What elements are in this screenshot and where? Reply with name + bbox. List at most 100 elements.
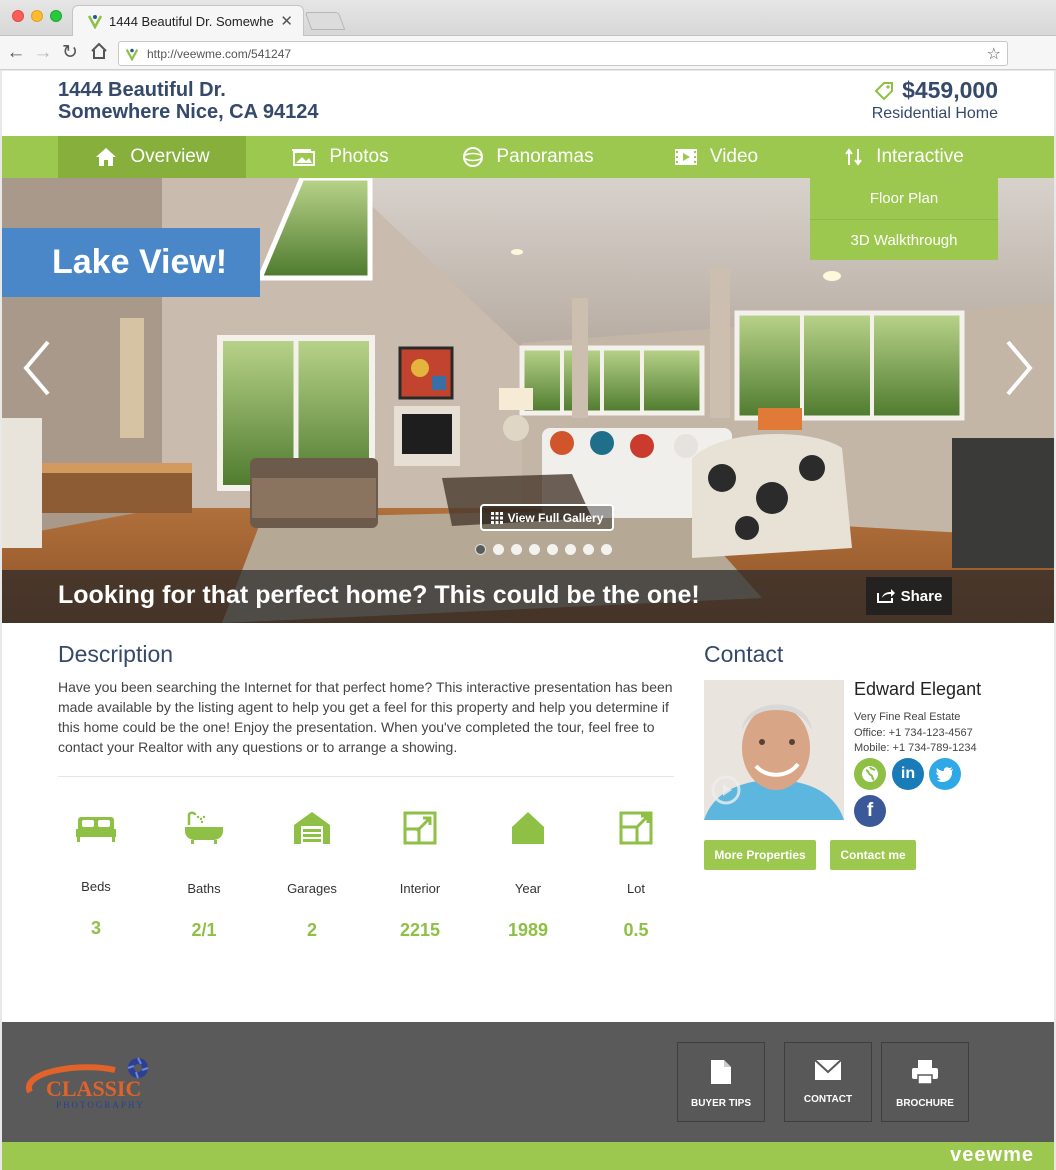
description-text: Have you been searching the Internet for… [58,679,673,755]
minimize-window-button[interactable] [31,10,43,22]
tab-title: 1444 Beautiful Dr. Somewhere Nice [109,13,274,29]
house-icon [512,812,544,844]
stat-garages-value: 2 [306,920,317,940]
photos-icon [292,149,316,166]
nav-interactive-label: Interactive [876,146,964,167]
lot-icon [619,811,653,845]
price-value: $459,000 [902,77,998,103]
facebook-icon[interactable]: f [854,795,886,827]
brochure-label: BROCHURE [896,1098,954,1109]
hero-caption-bar: Looking for that perfect home? This coul… [2,570,1054,623]
browser-tab[interactable]: 1444 Beautiful Dr. Somewhere Nice ✕ [72,5,304,36]
new-tab-button[interactable] [304,12,346,30]
stat-year: Year 1989 [480,811,576,941]
slide-dot[interactable] [511,544,522,555]
stat-baths-value: 2/1 [191,920,217,940]
stat-lot-value: 0.5 [623,920,649,940]
stat-interior-value: 2215 [399,920,441,940]
share-button[interactable]: Share [866,577,952,615]
buyer-tips-button[interactable]: BUYER TIPS [677,1042,765,1122]
veewme-favicon-icon [87,15,103,29]
twitter-icon[interactable] [929,758,961,790]
stat-beds-label: Beds [81,879,111,894]
website-icon[interactable] [854,758,886,790]
previous-slide-arrow-icon[interactable] [22,338,52,398]
slide-dot[interactable] [493,544,504,555]
contact-me-button[interactable]: Contact me [830,840,916,870]
share-icon [876,589,895,603]
price-tag-icon [874,81,894,100]
dropdown-3d-walkthrough[interactable]: 3D Walkthrough [810,219,998,260]
section-divider [58,776,674,777]
tab-close-icon[interactable]: ✕ [280,12,293,30]
close-window-button[interactable] [12,10,24,22]
property-address: 1444 Beautiful Dr. Somewhere Nice, CA 94… [58,79,319,123]
slide-dot[interactable] [601,544,612,555]
slide-dots [475,544,619,555]
main-nav: Overview Photos Panoramas Video Interact… [2,136,1054,178]
nav-interactive[interactable]: Interactive [810,136,998,178]
footer-contact-button[interactable]: CONTACT [784,1042,872,1122]
property-page: 1444 Beautiful Dr. Somewhere Nice, CA 94… [2,71,1054,1170]
address-bar[interactable]: http://veewme.com/541247 ☆ [118,41,1008,66]
next-slide-arrow-icon[interactable] [1004,338,1034,398]
back-arrow-icon[interactable]: ← [5,42,27,64]
url-text: http://veewme.com/541247 [147,46,292,61]
slide-dot[interactable] [475,544,486,555]
stat-lot-label: Lot [626,881,646,896]
nav-photos-label: Photos [329,146,389,167]
share-label: Share [900,587,943,605]
stat-beds: Beds 3 [48,811,144,939]
maximize-window-button[interactable] [50,10,62,22]
agent-office-phone[interactable]: Office: +1 734-123-4567 [854,727,973,739]
address-line2: Somewhere Nice, CA 94124 [58,101,319,123]
lake-view-badge: Lake View! [2,228,260,297]
stat-interior-label: Interior [399,881,441,896]
stat-year-value: 1989 [507,920,549,940]
agent-mobile-phone[interactable]: Mobile: +1 734-789-1234 [854,742,977,754]
slide-dot[interactable] [583,544,594,555]
footer-contact-label: CONTACT [803,1094,853,1105]
home-button-icon[interactable] [88,42,110,64]
stat-beds-value: 3 [90,918,101,938]
description-heading: Description [58,641,174,667]
nav-video-label: Video [709,146,759,167]
browser-titlebar: 1444 Beautiful Dr. Somewhere Nice ✕ [0,0,1056,36]
site-favicon-icon [125,48,139,61]
printer-icon [912,1060,938,1085]
stat-baths-label: Baths [187,881,221,896]
stat-year-label: Year [514,881,542,896]
dropdown-floor-plan[interactable]: Floor Plan [810,178,998,219]
slide-dot[interactable] [529,544,540,555]
envelope-icon [814,1059,842,1080]
nav-photos[interactable]: Photos [246,136,434,178]
slide-dot[interactable] [547,544,558,555]
grid-icon [490,511,503,524]
veewme-logo[interactable]: veewme [950,1144,1034,1167]
nav-video[interactable]: Video [622,136,810,178]
agent-company: Very Fine Real Estate [854,711,961,723]
agent-photo [704,680,844,820]
stat-garages: Garages 2 [264,811,360,941]
svg-text:PHOTOGRAPHY: PHOTOGRAPHY [56,1100,145,1110]
gallery-button-label: View Full Gallery [507,510,604,525]
brochure-button[interactable]: BROCHURE [881,1042,969,1122]
garage-icon [294,812,330,844]
linkedin-icon[interactable]: in [892,758,924,790]
stat-interior: Interior 2215 [372,811,468,941]
more-properties-button[interactable]: More Properties [704,840,816,870]
buyer-tips-label: BUYER TIPS [690,1098,751,1109]
contact-heading: Contact [704,641,784,667]
slide-dot[interactable] [565,544,576,555]
price-block: $459,000 Residential Home [872,77,998,123]
bookmark-star-icon[interactable]: ☆ [987,44,1001,64]
property-type: Residential Home [871,105,998,122]
forward-arrow-icon[interactable]: → [32,42,54,64]
nav-panoramas[interactable]: Panoramas [434,136,622,178]
view-full-gallery-button[interactable]: View Full Gallery [480,504,614,531]
classic-photography-logo[interactable]: CLASSIC PHOTOGRAPHY [20,1052,170,1114]
reload-icon[interactable]: ↻ [59,42,81,64]
interactive-icon [845,148,862,166]
nav-overview[interactable]: Overview [58,136,246,178]
price: $459,000 [872,77,998,104]
